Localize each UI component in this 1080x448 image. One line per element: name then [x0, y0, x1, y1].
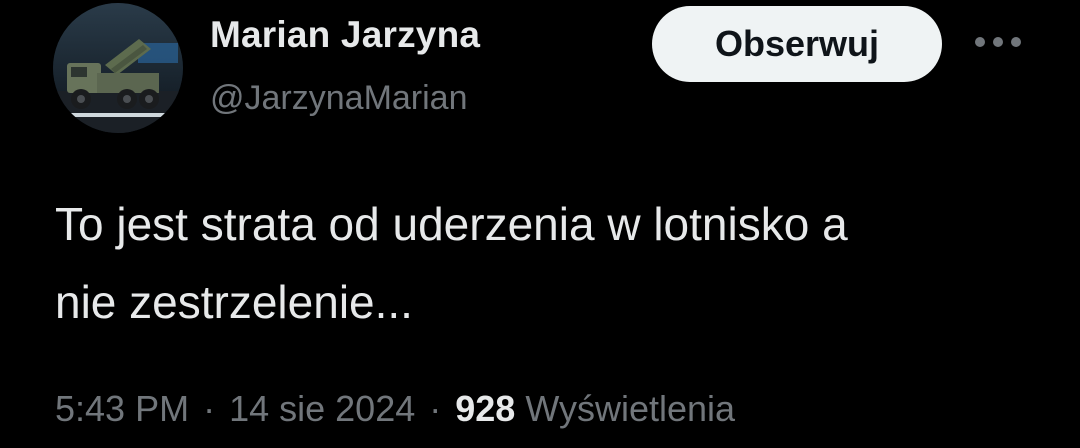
- author-display-name[interactable]: Marian Jarzyna: [210, 14, 480, 56]
- author-avatar[interactable]: [53, 3, 183, 133]
- meta-separator: ·: [203, 388, 216, 429]
- tweet-date[interactable]: 14 sie 2024: [229, 388, 415, 430]
- more-options-button[interactable]: [968, 20, 1028, 64]
- views-label[interactable]: Wyświetlenia: [525, 388, 735, 430]
- more-dots-icon: [975, 37, 1021, 47]
- meta-separator: ·: [429, 388, 442, 429]
- views-count[interactable]: 928: [455, 388, 515, 430]
- follow-button[interactable]: Obserwuj: [652, 6, 942, 82]
- tweet-card: Marian Jarzyna @JarzynaMarian Obserwuj T…: [0, 0, 1080, 448]
- tweet-text: To jest strata od uderzenia w lotnisko a…: [55, 198, 848, 328]
- author-handle[interactable]: @JarzynaMarian: [210, 79, 468, 118]
- tweet-meta: 5:43 PM · 14 sie 2024 · 928 Wyświetlenia: [55, 388, 735, 430]
- avatar-image: [53, 3, 183, 133]
- tweet-time[interactable]: 5:43 PM: [55, 388, 189, 430]
